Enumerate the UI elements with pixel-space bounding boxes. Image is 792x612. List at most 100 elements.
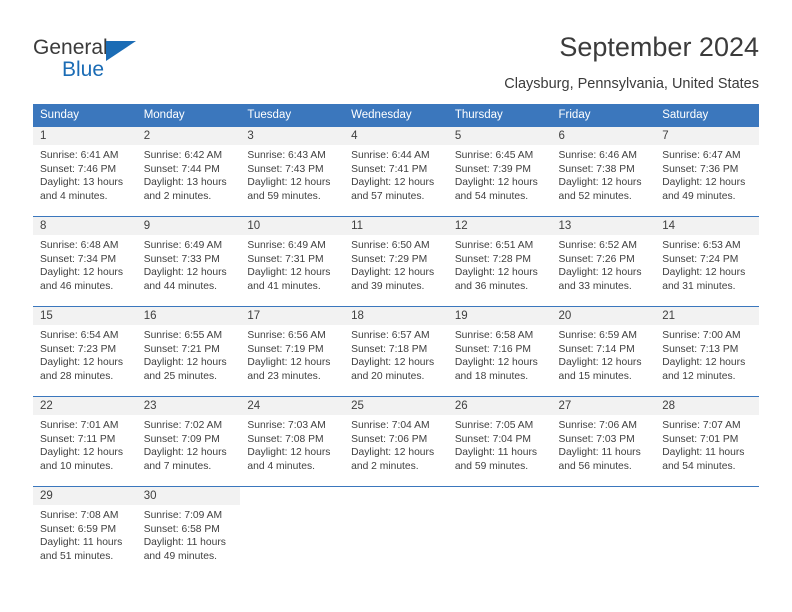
day-number (552, 487, 656, 505)
calendar-day-cell[interactable]: 11 Sunrise: 6:50 AM Sunset: 7:29 PM Dayligh… (344, 216, 448, 307)
day-number: 18 (344, 307, 448, 325)
calendar-week-row: 1 Sunrise: 6:41 AM Sunset: 7:46 PM Daylight… (33, 127, 759, 217)
daylight-text-line2: and 49 minutes. (662, 190, 736, 202)
calendar-day-cell[interactable]: 28 Sunrise: 7:07 AM Sunset: 7:01 PM Dayligh… (655, 396, 759, 487)
sunset-text: Sunset: 7:36 PM (662, 163, 739, 175)
day-details: Sunrise: 6:44 AM Sunset: 7:41 PM Daylight:… (344, 145, 448, 203)
sunset-text: Sunset: 7:06 PM (351, 433, 428, 445)
calendar-day-cell[interactable]: 17 Sunrise: 6:56 AM Sunset: 7:19 PM Dayligh… (240, 306, 345, 397)
calendar-day-cell[interactable]: 25 Sunrise: 7:04 AM Sunset: 7:06 PM Dayligh… (344, 396, 448, 487)
daylight-text-line1: Daylight: 12 hours (662, 267, 746, 279)
weekday-header-tuesday: Tuesday (240, 104, 345, 127)
daylight-text-line1: Daylight: 11 hours (558, 447, 641, 459)
sunset-text: Sunset: 7:44 PM (143, 163, 220, 175)
sunrise-text: Sunrise: 6:50 AM (351, 240, 430, 251)
calendar-day-cell[interactable]: 23 Sunrise: 7:02 AM Sunset: 7:09 PM Dayligh… (136, 396, 241, 487)
calendar-week-row: 22 Sunrise: 7:01 AM Sunset: 7:11 PM Dayligh… (33, 396, 759, 487)
sunset-text: Sunset: 7:34 PM (40, 253, 117, 265)
day-number: 13 (551, 217, 656, 235)
day-details: Sunrise: 6:43 AM Sunset: 7:43 PM Daylight:… (240, 145, 344, 203)
daylight-text-line2: and 10 minutes. (40, 460, 114, 472)
calendar-body: 1 Sunrise: 6:41 AM Sunset: 7:46 PM Daylight… (33, 127, 759, 576)
daylight-text-line1: Daylight: 12 hours (247, 267, 331, 279)
daylight-text-line1: Daylight: 12 hours (662, 357, 746, 369)
day-details: Sunrise: 6:41 AM Sunset: 7:46 PM Daylight:… (33, 145, 137, 203)
calendar-day-cell[interactable]: 24 Sunrise: 7:03 AM Sunset: 7:08 PM Dayligh… (240, 396, 345, 487)
calendar-day-cell[interactable]: 18 Sunrise: 6:57 AM Sunset: 7:18 PM Dayligh… (344, 306, 448, 397)
daylight-text-line1: Daylight: 12 hours (351, 447, 435, 459)
daylight-text-line2: and 23 minutes. (247, 370, 321, 382)
calendar-day-cell[interactable]: 6 Sunrise: 6:46 AM Sunset: 7:38 PM Daylight… (551, 127, 656, 217)
day-details: Sunrise: 6:50 AM Sunset: 7:29 PM Daylight:… (344, 235, 448, 293)
daylight-text-line2: and 28 minutes. (40, 370, 114, 382)
day-details: Sunrise: 6:52 AM Sunset: 7:26 PM Daylight:… (552, 235, 656, 293)
weekday-header-saturday: Saturday (655, 104, 759, 127)
sunset-text: Sunset: 7:01 PM (662, 433, 739, 445)
calendar-day-cell[interactable]: 16 Sunrise: 6:55 AM Sunset: 7:21 PM Dayligh… (136, 306, 241, 397)
calendar-day-cell[interactable]: 22 Sunrise: 7:01 AM Sunset: 7:11 PM Dayligh… (33, 396, 137, 487)
calendar-grid: Sunday Monday Tuesday Wednesday Thursday Frid… (33, 104, 759, 576)
sunset-text: Sunset: 7:03 PM (558, 433, 635, 445)
calendar-empty-cell (551, 486, 656, 576)
calendar-day-cell[interactable]: 7 Sunrise: 6:47 AM Sunset: 7:36 PM Daylight… (655, 127, 759, 217)
sunset-text: Sunset: 7:33 PM (143, 253, 220, 265)
daylight-text-line1: Daylight: 12 hours (40, 357, 123, 369)
calendar-day-cell[interactable]: 15 Sunrise: 6:54 AM Sunset: 7:23 PM Dayligh… (33, 306, 137, 397)
calendar-day-cell[interactable]: 10 Sunrise: 6:49 AM Sunset: 7:31 PM Dayligh… (240, 216, 345, 307)
calendar-day-cell[interactable]: 26 Sunrise: 7:05 AM Sunset: 7:04 PM Dayligh… (447, 396, 552, 487)
daylight-text-line2: and 4 minutes. (40, 190, 108, 202)
calendar-day-cell[interactable]: 4 Sunrise: 6:44 AM Sunset: 7:41 PM Daylight… (344, 127, 448, 217)
daylight-text-line1: Daylight: 11 hours (143, 537, 226, 549)
triangle-icon (106, 41, 136, 61)
calendar-day-cell[interactable]: 2 Sunrise: 6:42 AM Sunset: 7:44 PM Daylight… (136, 127, 241, 217)
calendar-day-cell[interactable]: 13 Sunrise: 6:52 AM Sunset: 7:26 PM Dayligh… (551, 216, 656, 307)
calendar-day-cell[interactable]: 29 Sunrise: 7:08 AM Sunset: 6:59 PM Dayligh… (33, 486, 137, 576)
daylight-text-line2: and 31 minutes. (662, 280, 736, 292)
day-details: Sunrise: 6:49 AM Sunset: 7:31 PM Daylight:… (240, 235, 344, 293)
weekday-header-friday: Friday (551, 104, 656, 127)
calendar-day-cell[interactable]: 5 Sunrise: 6:45 AM Sunset: 7:39 PM Daylight… (447, 127, 552, 217)
sunrise-text: Sunrise: 6:59 AM (558, 330, 637, 341)
calendar-day-cell[interactable]: 27 Sunrise: 7:06 AM Sunset: 7:03 PM Dayligh… (551, 396, 656, 487)
daylight-text-line2: and 15 minutes. (558, 370, 632, 382)
sunset-text: Sunset: 7:24 PM (662, 253, 739, 265)
sunrise-text: Sunrise: 7:00 AM (662, 330, 741, 341)
daylight-text-line2: and 54 minutes. (662, 460, 736, 472)
sunrise-text: Sunrise: 6:45 AM (454, 150, 534, 161)
calendar-day-cell[interactable]: 21 Sunrise: 7:00 AM Sunset: 7:13 PM Dayligh… (655, 306, 759, 397)
daylight-text-line2: and 52 minutes. (558, 190, 632, 202)
sunrise-text: Sunrise: 6:54 AM (40, 330, 119, 341)
sunrise-text: Sunrise: 6:58 AM (454, 330, 534, 341)
daylight-text-line2: and 2 minutes. (143, 190, 212, 202)
sunrise-text: Sunrise: 6:47 AM (662, 150, 741, 161)
sunset-text: Sunset: 7:26 PM (558, 253, 635, 265)
sunrise-text: Sunrise: 6:52 AM (558, 240, 637, 251)
day-number: 16 (136, 307, 241, 325)
day-details: Sunrise: 7:02 AM Sunset: 7:09 PM Daylight:… (137, 415, 241, 473)
calendar-day-cell[interactable]: 20 Sunrise: 6:59 AM Sunset: 7:14 PM Dayligh… (551, 306, 656, 397)
daylight-text-line1: Daylight: 12 hours (558, 357, 642, 369)
brand-logo[interactable]: General Blue (33, 36, 163, 84)
day-details: Sunrise: 7:08 AM Sunset: 6:59 PM Daylight:… (33, 505, 137, 563)
day-details: Sunrise: 7:04 AM Sunset: 7:06 PM Daylight:… (344, 415, 448, 473)
sunrise-text: Sunrise: 6:48 AM (40, 240, 119, 251)
calendar-day-cell[interactable]: 30 Sunrise: 7:09 AM Sunset: 6:58 PM Dayligh… (136, 486, 241, 576)
day-details (552, 505, 656, 509)
daylight-text-line1: Daylight: 12 hours (143, 267, 227, 279)
calendar-day-cell[interactable]: 1 Sunrise: 6:41 AM Sunset: 7:46 PM Daylight… (33, 127, 137, 217)
day-number: 8 (33, 217, 137, 235)
calendar-day-cell[interactable]: 19 Sunrise: 6:58 AM Sunset: 7:16 PM Dayligh… (447, 306, 552, 397)
day-details (344, 505, 448, 509)
calendar-day-cell[interactable]: 14 Sunrise: 6:53 AM Sunset: 7:24 PM Dayligh… (655, 216, 759, 307)
sunset-text: Sunset: 7:39 PM (454, 163, 531, 175)
calendar-day-cell[interactable]: 8 Sunrise: 6:48 AM Sunset: 7:34 PM Daylight… (33, 216, 137, 307)
calendar-day-cell[interactable]: 12 Sunrise: 6:51 AM Sunset: 7:28 PM Dayligh… (447, 216, 552, 307)
calendar-week-row: 15 Sunrise: 6:54 AM Sunset: 7:23 PM Dayligh… (33, 306, 759, 397)
daylight-text-line1: Daylight: 12 hours (454, 267, 538, 279)
calendar-day-cell[interactable]: 3 Sunrise: 6:43 AM Sunset: 7:43 PM Daylight… (240, 127, 345, 217)
calendar-day-cell[interactable]: 9 Sunrise: 6:49 AM Sunset: 7:33 PM Daylight… (136, 216, 241, 307)
day-number: 27 (551, 397, 656, 415)
calendar-empty-cell (447, 486, 552, 576)
calendar-empty-cell (344, 486, 448, 576)
sunrise-text: Sunrise: 6:56 AM (247, 330, 326, 341)
